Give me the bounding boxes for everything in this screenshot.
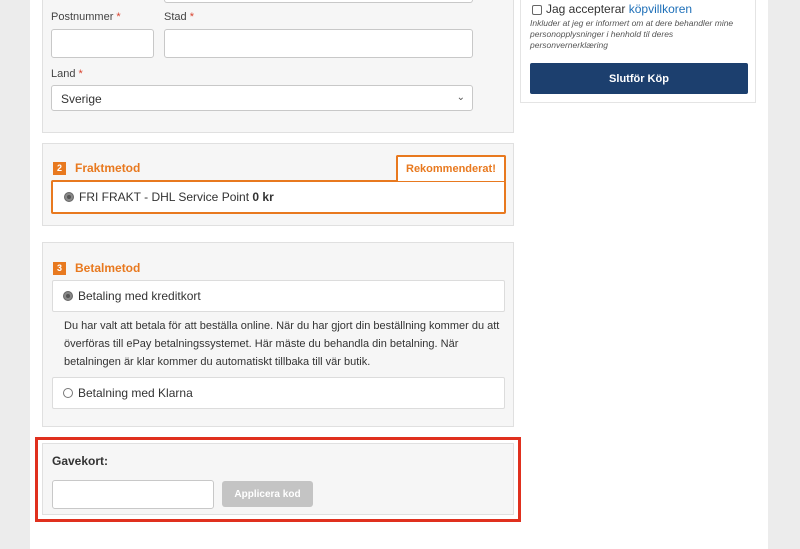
postal-code-label: Postnummer * [51, 11, 121, 23]
shipping-title: Fraktmetod [75, 161, 141, 175]
payment-panel: 3 Betalmetod Betaling med kreditkort Du … [42, 242, 514, 427]
shipping-section-title: 2 Fraktmetod [53, 161, 140, 175]
apply-code-button[interactable]: Applicera kod [222, 481, 313, 507]
giftcard-label: Gavekort: [52, 454, 109, 468]
complete-purchase-button[interactable]: Slutför Köp [530, 63, 748, 94]
payment-title: Betalmetod [75, 261, 141, 275]
klarna-radio[interactable] [63, 388, 73, 398]
checkout-summary: Jag accepterar köpvillkoren Inkluder at … [520, 0, 756, 103]
city-input[interactable] [164, 29, 473, 58]
giftcard-panel: Gavekort: Applicera kod [42, 443, 514, 515]
shipping-radio[interactable] [64, 192, 74, 202]
terms-link[interactable]: köpvillkoren [629, 2, 692, 16]
step-number-badge: 2 [53, 161, 66, 175]
shipping-option-box[interactable]: FRI FRAKT - DHL Service Point 0 kr [51, 180, 506, 214]
privacy-disclaimer: Inkluder at jeg er informert om at dere … [530, 18, 734, 50]
country-selected-value: Sverige [61, 92, 102, 106]
payment-option-card[interactable]: Betaling med kreditkort [52, 280, 505, 312]
shipping-panel: 2 Fraktmetod FRI FRAKT - DHL Service Poi… [42, 143, 514, 226]
city-label: Stad * [164, 11, 194, 23]
step-number-badge: 3 [53, 261, 66, 275]
giftcard-input[interactable] [52, 480, 214, 509]
shipping-option-price: 0 kr [252, 190, 274, 204]
country-select[interactable]: Sverige ⌄ [51, 85, 473, 111]
chevron-down-icon: ⌄ [456, 92, 465, 103]
recommended-tag: Rekommenderat! [396, 155, 506, 181]
shipping-option[interactable]: FRI FRAKT - DHL Service Point 0 kr [64, 190, 274, 204]
postal-code-input[interactable] [51, 29, 154, 58]
accept-terms-text: Jag accepterar [546, 2, 626, 16]
accept-terms-line: Jag accepterar köpvillkoren [532, 2, 692, 16]
shipping-option-label: FRI FRAKT - DHL Service Point [79, 190, 250, 204]
country-label: Land * [51, 68, 83, 80]
payment-info-text: Du har valt att betala för att beställa … [64, 320, 500, 368]
card-radio[interactable] [63, 291, 73, 301]
klarna-option-label: Betalning med Klarna [78, 386, 193, 400]
address-input-top[interactable] [164, 0, 473, 3]
payment-option-klarna[interactable]: Betalning med Klarna [52, 377, 505, 409]
address-panel: Postnummer * Stad * Land * Sverige ⌄ [42, 0, 514, 133]
accept-terms-checkbox[interactable] [532, 4, 542, 15]
payment-section-title: 3 Betalmetod [53, 261, 140, 275]
card-option-label: Betaling med kreditkort [78, 289, 201, 303]
